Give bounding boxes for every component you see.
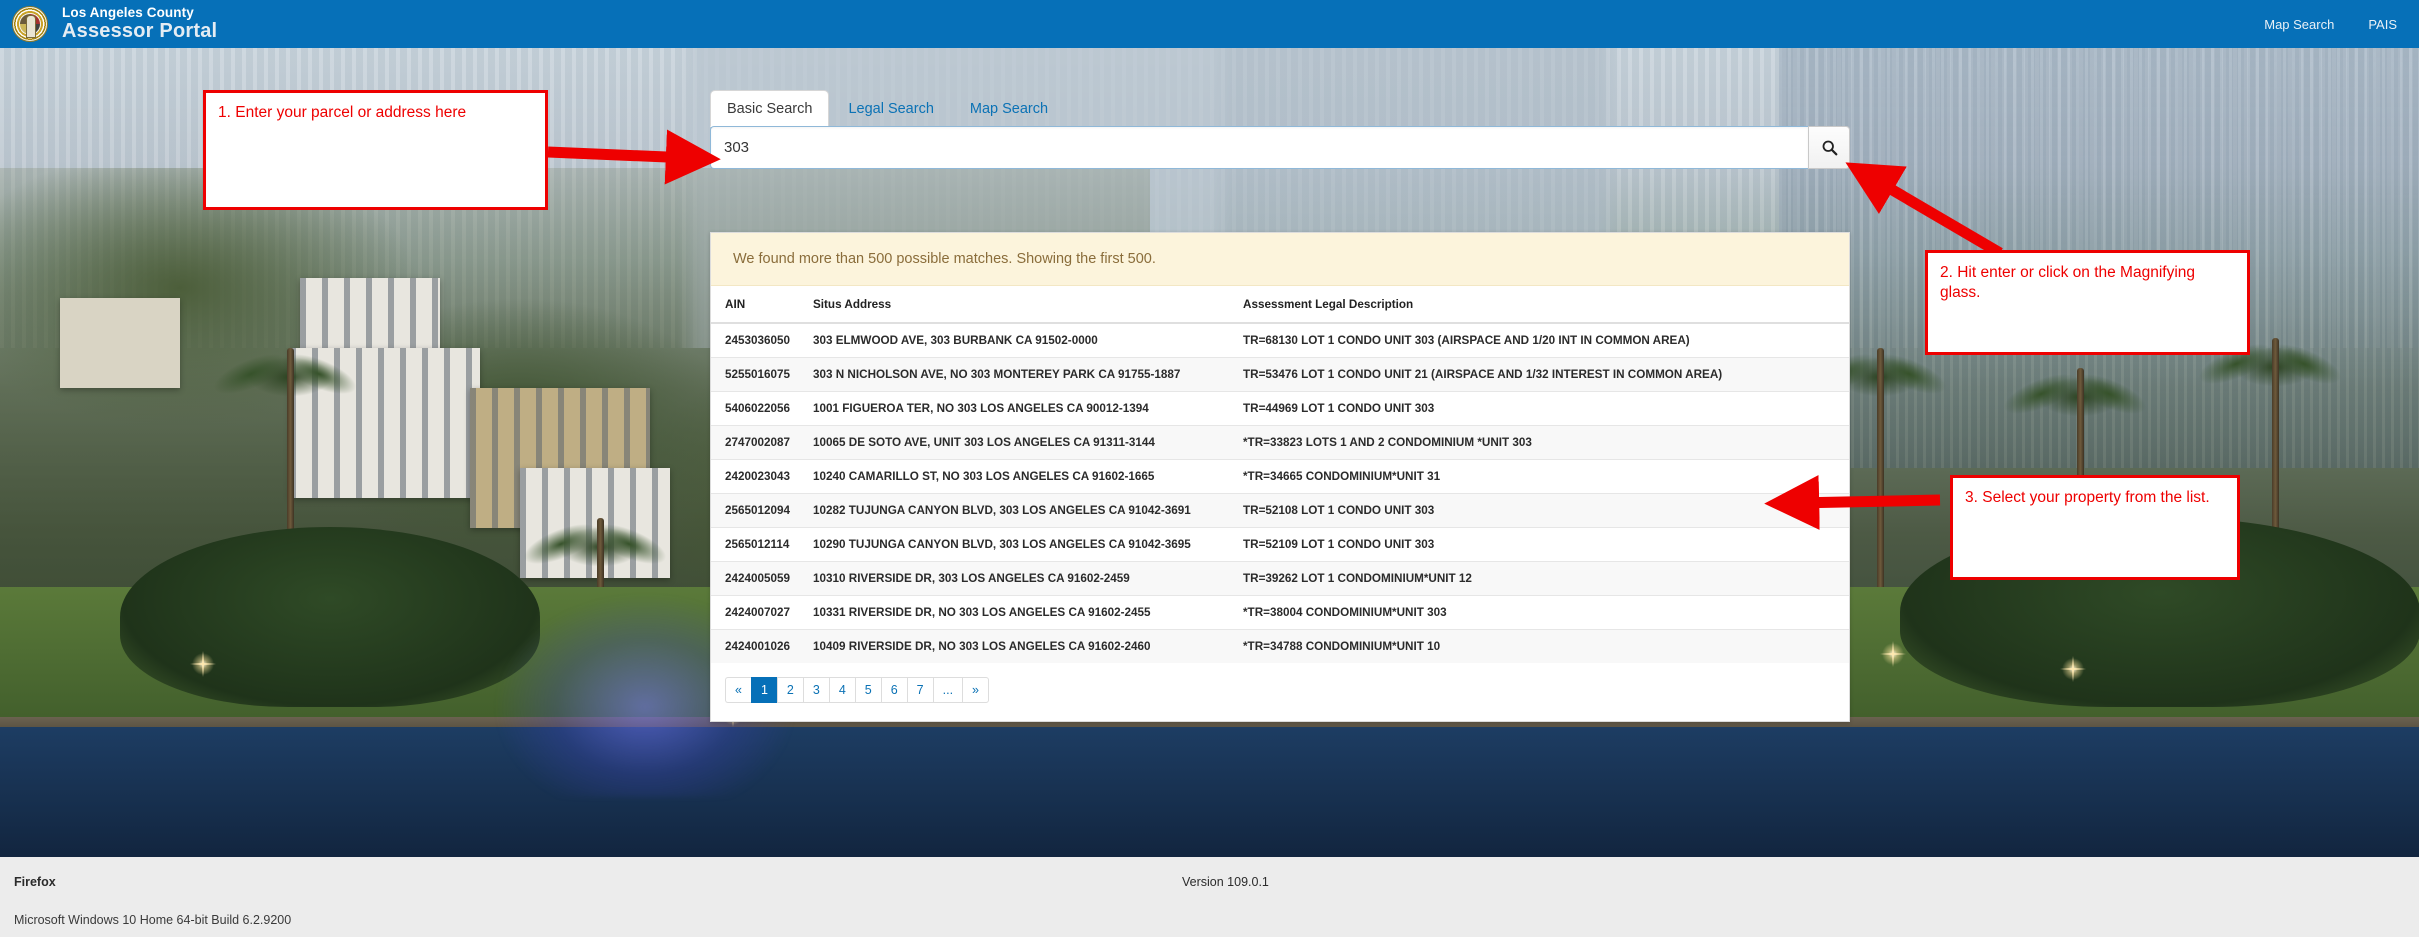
table-row[interactable]: 5255016075 303 N NICHOLSON AVE, NO 303 M… <box>711 358 1849 392</box>
cell-ain: 2565012094 <box>711 494 799 528</box>
background-house <box>60 298 180 388</box>
cell-situs: 10282 TUJUNGA CANYON BLVD, 303 LOS ANGEL… <box>799 494 1229 528</box>
table-header-row: AIN Situs Address Assessment Legal Descr… <box>711 286 1849 323</box>
site-header: Los Angeles County Assessor Portal Map S… <box>0 0 2419 48</box>
cell-legal: TR=52108 LOT 1 CONDO UNIT 303 <box>1229 494 1849 528</box>
cell-legal: TR=44969 LOT 1 CONDO UNIT 303 <box>1229 392 1849 426</box>
table-row[interactable]: 2747002087 10065 DE SOTO AVE, UNIT 303 L… <box>711 426 1849 460</box>
brand-line1: Los Angeles County <box>62 6 217 20</box>
cell-legal: TR=68130 LOT 1 CONDO UNIT 303 (AIRSPACE … <box>1229 323 1849 358</box>
header-nav: Map Search PAIS <box>2264 17 2419 32</box>
table-row[interactable]: 2565012114 10290 TUJUNGA CANYON BLVD, 30… <box>711 528 1849 562</box>
table-row[interactable]: 2424005059 10310 RIVERSIDE DR, 303 LOS A… <box>711 562 1849 596</box>
pagination-next[interactable]: » <box>962 677 989 703</box>
cell-situs: 303 N NICHOLSON AVE, NO 303 MONTEREY PAR… <box>799 358 1229 392</box>
cell-situs: 10409 RIVERSIDE DR, NO 303 LOS ANGELES C… <box>799 630 1229 664</box>
search-icon <box>1821 139 1838 156</box>
footer-browser-version: Version 109.0.1 <box>1182 875 1269 889</box>
pagination-page-6[interactable]: 6 <box>881 677 907 703</box>
search-input[interactable] <box>710 126 1808 169</box>
footer-os-info: Microsoft Windows 10 Home 64-bit Build 6… <box>14 913 291 927</box>
cell-ain: 5255016075 <box>711 358 799 392</box>
cell-legal: TR=53476 LOT 1 CONDO UNIT 21 (AIRSPACE A… <box>1229 358 1849 392</box>
search-tabs: Basic Search Legal Search Map Search <box>710 90 1850 127</box>
cell-situs: 10240 CAMARILLO ST, NO 303 LOS ANGELES C… <box>799 460 1229 494</box>
pagination-page-3[interactable]: 3 <box>803 677 829 703</box>
results-table: AIN Situs Address Assessment Legal Descr… <box>711 286 1849 663</box>
pagination-page-7[interactable]: 7 <box>907 677 933 703</box>
column-header-ain: AIN <box>711 286 799 323</box>
pagination: « 1 2 3 4 5 6 7 ... » <box>711 663 1849 721</box>
results-table-body: 2453036050 303 ELMWOOD AVE, 303 BURBANK … <box>711 323 1849 663</box>
cell-situs: 10331 RIVERSIDE DR, NO 303 LOS ANGELES C… <box>799 596 1229 630</box>
background-lake <box>0 727 2419 857</box>
table-row[interactable]: 2420023043 10240 CAMARILLO ST, NO 303 LO… <box>711 460 1849 494</box>
browser-status-footer: Firefox Version 109.0.1 Microsoft Window… <box>0 857 2419 937</box>
cell-ain: 2565012114 <box>711 528 799 562</box>
cell-legal: *TR=34788 CONDOMINIUM*UNIT 10 <box>1229 630 1849 664</box>
nav-item-map-search[interactable]: Map Search <box>2264 17 2334 32</box>
results-alert: We found more than 500 possible matches.… <box>711 233 1849 286</box>
cell-legal: *TR=34665 CONDOMINIUM*UNIT 31 <box>1229 460 1849 494</box>
table-row[interactable]: 2424001026 10409 RIVERSIDE DR, NO 303 LO… <box>711 630 1849 664</box>
annotation-callout-2: 2. Hit enter or click on the Magnifying … <box>1925 250 2250 355</box>
table-row[interactable]: 2453036050 303 ELMWOOD AVE, 303 BURBANK … <box>711 323 1849 358</box>
column-header-situs: Situs Address <box>799 286 1229 323</box>
table-row[interactable]: 5406022056 1001 FIGUEROA TER, NO 303 LOS… <box>711 392 1849 426</box>
cell-situs: 10310 RIVERSIDE DR, 303 LOS ANGELES CA 9… <box>799 562 1229 596</box>
table-row[interactable]: 2424007027 10331 RIVERSIDE DR, NO 303 LO… <box>711 596 1849 630</box>
cell-legal: *TR=33823 LOTS 1 AND 2 CONDOMINIUM *UNIT… <box>1229 426 1849 460</box>
column-header-legal: Assessment Legal Description <box>1229 286 1849 323</box>
cell-ain: 2424001026 <box>711 630 799 664</box>
cell-situs: 303 ELMWOOD AVE, 303 BURBANK CA 91502-00… <box>799 323 1229 358</box>
pagination-ellipsis[interactable]: ... <box>933 677 962 703</box>
brand-line2: Assessor Portal <box>62 21 217 42</box>
tab-legal-search[interactable]: Legal Search <box>831 90 950 127</box>
annotation-callout-1: 1. Enter your parcel or address here <box>203 90 548 210</box>
search-button[interactable] <box>1808 126 1850 169</box>
cell-ain: 2424007027 <box>711 596 799 630</box>
results-table-head: AIN Situs Address Assessment Legal Descr… <box>711 286 1849 323</box>
cell-situs: 1001 FIGUEROA TER, NO 303 LOS ANGELES CA… <box>799 392 1229 426</box>
app-page: Los Angeles County Assessor Portal Map S… <box>0 0 2419 937</box>
cell-ain: 2453036050 <box>711 323 799 358</box>
pagination-page-2[interactable]: 2 <box>777 677 803 703</box>
pagination-prev[interactable]: « <box>725 677 751 703</box>
cell-ain: 2747002087 <box>711 426 799 460</box>
cell-ain: 2420023043 <box>711 460 799 494</box>
cell-situs: 10290 TUJUNGA CANYON BLVD, 303 LOS ANGEL… <box>799 528 1229 562</box>
pagination-page-1[interactable]: 1 <box>751 677 777 703</box>
annotation-callout-3: 3. Select your property from the list. <box>1950 475 2240 580</box>
cell-ain: 2424005059 <box>711 562 799 596</box>
nav-item-pais[interactable]: PAIS <box>2368 17 2397 32</box>
pagination-page-4[interactable]: 4 <box>829 677 855 703</box>
county-seal-icon <box>12 6 48 42</box>
search-bar <box>710 126 1850 169</box>
pagination-page-5[interactable]: 5 <box>855 677 881 703</box>
results-panel: We found more than 500 possible matches.… <box>710 232 1850 722</box>
cell-legal: *TR=38004 CONDOMINIUM*UNIT 303 <box>1229 596 1849 630</box>
tab-basic-search[interactable]: Basic Search <box>710 90 829 127</box>
search-panel: Basic Search Legal Search Map Search <box>710 90 1850 169</box>
cell-legal: TR=52109 LOT 1 CONDO UNIT 303 <box>1229 528 1849 562</box>
cell-situs: 10065 DE SOTO AVE, UNIT 303 LOS ANGELES … <box>799 426 1229 460</box>
brand: Los Angeles County Assessor Portal <box>62 6 217 42</box>
cell-ain: 5406022056 <box>711 392 799 426</box>
tab-map-search[interactable]: Map Search <box>953 90 1065 127</box>
cell-legal: TR=39262 LOT 1 CONDOMINIUM*UNIT 12 <box>1229 562 1849 596</box>
table-row[interactable]: 2565012094 10282 TUJUNGA CANYON BLVD, 30… <box>711 494 1849 528</box>
footer-browser-name: Firefox <box>14 875 56 889</box>
